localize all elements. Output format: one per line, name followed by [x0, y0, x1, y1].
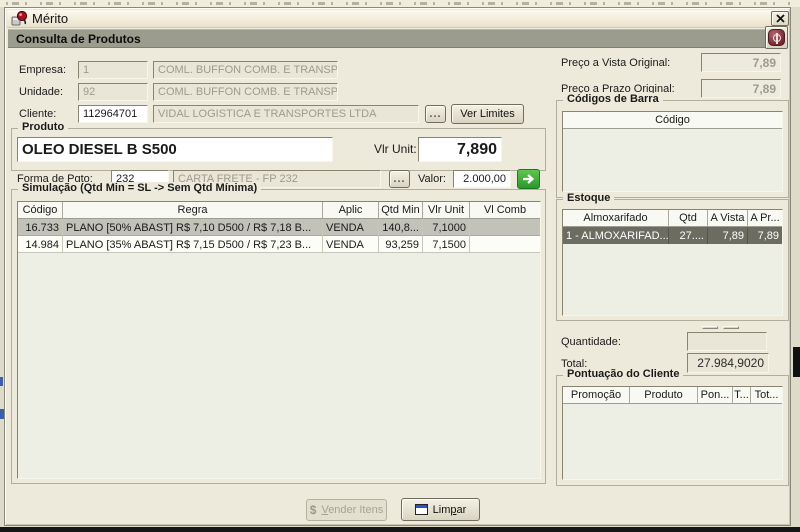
cell-vlr-unit: 7,1500	[423, 236, 470, 253]
col-header-a-prazo: A Pr...	[748, 210, 782, 227]
pontuacao-header-row: Promoção Produto Pon... T... Tot...	[563, 387, 782, 404]
cell-vlr-unit: 7,1000	[423, 219, 470, 236]
quantidade-label: Quantidade:	[561, 335, 621, 350]
vlr-unit-label: Vlr Unit:	[374, 142, 417, 157]
produto-group-label: Produto	[18, 121, 68, 133]
codigos-barra-header-row: Código	[563, 112, 782, 129]
background-window-artifact	[6, 2, 794, 5]
cell-regra: PLANO [35% ABAST] R$ 7,15 D500 / R$ 7,23…	[63, 236, 323, 253]
col-header-regra: Regra	[63, 202, 323, 219]
close-icon	[776, 14, 785, 23]
cell-vl-comb	[470, 219, 540, 236]
simulacao-row[interactable]: 14.984 PLANO [35% ABAST] R$ 7,15 D500 / …	[18, 236, 540, 253]
codigos-barra-grid: Código	[562, 111, 783, 192]
col-header-promocao: Promoção	[563, 387, 630, 404]
form-header-title: Consulta de Produtos	[16, 32, 141, 46]
pontuacao-grid: Promoção Produto Pon... T... Tot...	[562, 386, 783, 480]
simulacao-grid: Código Regra Aplic Qtd Min Vlr Unit Vl C…	[17, 201, 541, 479]
merito-app-icon	[11, 11, 28, 26]
unidade-code-field: 92	[78, 83, 148, 101]
simulacao-row-selected[interactable]: 16.733 PLANO [50% ABAST] R$ 7,10 D500 / …	[18, 219, 540, 236]
screen: Mérito Consulta de Produtos Empresa: 1 C…	[0, 0, 800, 532]
col-header-qtd: Qtd	[669, 210, 708, 227]
cell-a-prazo: 7,89	[748, 227, 782, 244]
resize-grip[interactable]	[702, 326, 718, 329]
col-header-pon: Pon...	[698, 387, 733, 404]
limpar-label-rest: ar	[457, 504, 467, 516]
col-header-qtd-min: Qtd Min	[379, 202, 423, 219]
total-field: 27.984,9020	[687, 353, 769, 373]
ver-limites-button[interactable]: Ver Limites	[451, 104, 524, 124]
cell-vl-comb	[470, 236, 540, 253]
estoque-group-label: Estoque	[563, 192, 614, 204]
exit-button[interactable]	[765, 26, 788, 49]
form-header: Consulta de Produtos	[8, 29, 787, 48]
empresa-code-field: 1	[78, 61, 148, 79]
col-header-vl-comb: Vl Comb	[470, 202, 540, 219]
vender-itens-button[interactable]: $ Vender Itens	[306, 499, 387, 521]
preco-prazo-field: 7,89	[701, 79, 781, 98]
preco-vista-field: 7,89	[701, 53, 781, 72]
taskbar-edge	[0, 527, 800, 532]
empresa-label: Empresa:	[19, 63, 66, 78]
window-clear-icon	[415, 504, 428, 515]
cell-codigo: 16.733	[18, 219, 63, 236]
col-header-codigo: Código	[18, 202, 63, 219]
confirm-valor-button[interactable]	[517, 169, 540, 189]
window-title: Mérito	[32, 11, 68, 26]
unidade-name-field: COML. BUFFON COMB. E TRANSP. L	[153, 83, 338, 101]
resize-grip[interactable]	[723, 326, 739, 329]
empresa-name-field: COML. BUFFON COMB. E TRANSP. L	[153, 61, 338, 79]
col-header-almoxarifado: Almoxarifado	[563, 210, 669, 227]
valor-label: Valor:	[418, 172, 446, 187]
background-artifact	[0, 377, 3, 386]
cell-almoxarifado: 1 - ALMOXARIFAD...	[563, 227, 669, 244]
valor-input[interactable]: 2.000,00	[453, 170, 511, 188]
col-header-codigo-barra: Código	[563, 112, 782, 129]
produto-nome-input[interactable]: OLEO DIESEL B S500	[17, 137, 333, 162]
dollar-icon: $	[310, 503, 317, 517]
cell-aplic: VENDA	[323, 219, 379, 236]
cell-qtd: 27....	[669, 227, 708, 244]
col-header-a-vista: A Vista	[708, 210, 748, 227]
col-header-tot: Tot...	[751, 387, 782, 404]
col-header-t: T...	[733, 387, 751, 404]
close-button[interactable]	[771, 11, 789, 26]
vender-itens-label-rest: ender Itens	[328, 504, 383, 516]
forma-pgto-browse-button[interactable]: ...	[389, 170, 410, 188]
arrow-right-icon	[522, 173, 535, 185]
simulacao-header-row: Código Regra Aplic Qtd Min Vlr Unit Vl C…	[18, 202, 540, 219]
window-titlebar[interactable]: Mérito	[7, 10, 788, 28]
cell-codigo: 14.984	[18, 236, 63, 253]
cliente-browse-button[interactable]: ...	[425, 105, 446, 123]
cliente-name-field: VIDAL LOGISTICA E TRANSPORTES LTDA	[153, 105, 419, 123]
col-header-vlr-unit: Vlr Unit	[423, 202, 470, 219]
quantidade-input[interactable]	[687, 332, 767, 351]
pontuacao-group-label: Pontuação do Cliente	[563, 368, 683, 380]
cell-a-vista: 7,89	[708, 227, 748, 244]
cliente-label: Cliente:	[19, 107, 56, 122]
background-artifact	[793, 347, 800, 377]
estoque-header-row: Almoxarifado Qtd A Vista A Pr...	[563, 210, 782, 227]
cliente-code-input[interactable]: 112964701	[78, 105, 148, 123]
codigos-barra-group-label: Códigos de Barra	[563, 93, 663, 105]
simulacao-group-label: Simulação (Qtd Min = SL -> Sem Qtd Mínim…	[18, 182, 261, 194]
limpar-label-pre: Lim	[433, 504, 451, 516]
estoque-grid: Almoxarifado Qtd A Vista A Pr... 1 - ALM…	[562, 209, 783, 316]
col-header-aplic: Aplic	[323, 202, 379, 219]
preco-vista-label: Preço a Vista Original:	[561, 56, 670, 71]
cell-qtd-min: 93,259	[379, 236, 423, 253]
vlr-unit-input[interactable]: 7,890	[418, 137, 502, 162]
limpar-button[interactable]: Limpar	[401, 498, 480, 521]
cell-qtd-min: 140,8...	[379, 219, 423, 236]
estoque-row-selected[interactable]: 1 - ALMOXARIFAD... 27.... 7,89 7,89	[563, 227, 782, 244]
unidade-label: Unidade:	[19, 85, 63, 100]
merito-window: Mérito Consulta de Produtos Empresa: 1 C…	[4, 7, 791, 526]
power-icon	[768, 29, 785, 46]
cell-regra: PLANO [50% ABAST] R$ 7,10 D500 / R$ 7,18…	[63, 219, 323, 236]
col-header-produto: Produto	[630, 387, 698, 404]
cell-aplic: VENDA	[323, 236, 379, 253]
